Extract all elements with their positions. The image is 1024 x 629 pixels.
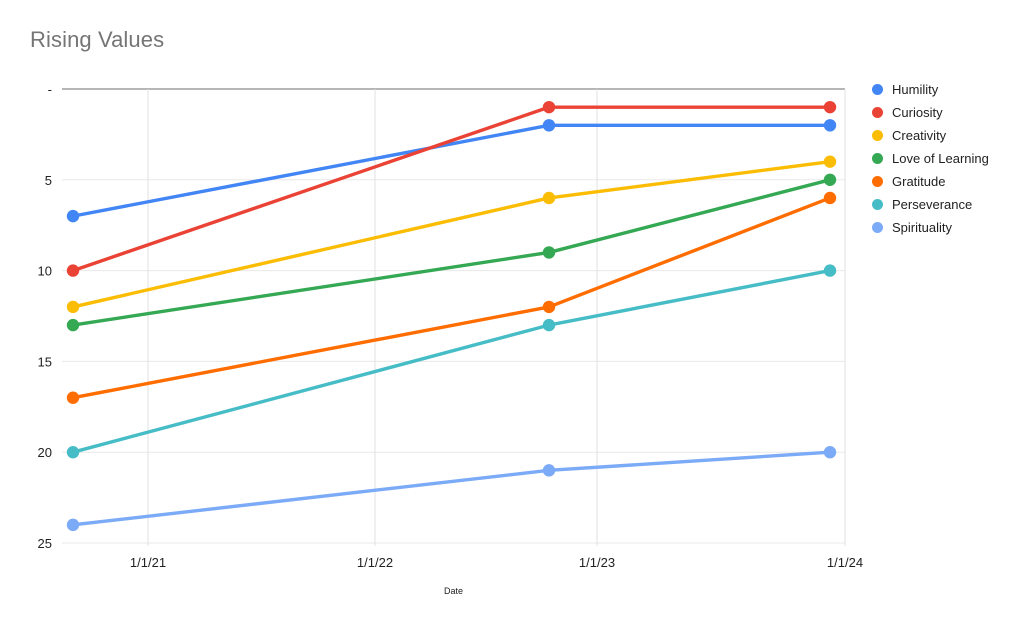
chart-legend: Humility Curiosity Creativity Love of Learn… <box>872 78 1022 239</box>
legend-item-label: Spirituality <box>892 220 952 235</box>
legend-item[interactable]: Curiosity <box>872 101 1022 124</box>
data-series <box>66 446 837 532</box>
legend-item[interactable]: Spirituality <box>872 216 1022 239</box>
data-point-marker[interactable] <box>66 209 80 223</box>
y-axis-tick-label: - <box>48 82 52 97</box>
legend-item[interactable]: Humility <box>872 78 1022 101</box>
y-axis-tick-label: 10 <box>38 264 52 279</box>
y-axis-tick-labels: - 5 10 15 20 25 <box>38 82 52 551</box>
data-point-marker[interactable] <box>823 191 837 205</box>
series-line <box>71 178 832 327</box>
chart-plot-area: - 5 10 15 20 25 1/1/21 1/1/22 1/1/23 1/1/24 Date <box>38 82 864 596</box>
legend-color-swatch-icon <box>872 107 883 118</box>
legend-item-label: Love of Learning <box>892 151 989 166</box>
chart-container: Rising Values -5 10 15 20 25 1/1/21 1/1/22 1/1… <box>0 0 1024 629</box>
data-point-marker[interactable] <box>66 446 80 459</box>
data-point-marker[interactable] <box>66 518 80 532</box>
data-point-marker[interactable] <box>66 318 80 332</box>
series-line <box>71 450 832 527</box>
y-axis-tick-label: 5 <box>45 173 52 188</box>
data-series <box>66 173 837 332</box>
legend-item-label: Humility <box>892 82 939 97</box>
data-point-marker[interactable] <box>823 155 837 168</box>
y-axis-tick-label: 25 <box>38 536 52 551</box>
x-axis-tick-labels: 1/1/21 1/1/22 1/1/23 1/1/24 <box>130 555 863 570</box>
legend-item[interactable]: Love of Learning <box>872 147 1022 170</box>
legend-color-swatch-icon <box>872 84 883 95</box>
series-line <box>71 105 832 273</box>
data-point-marker[interactable] <box>823 100 837 114</box>
data-point-marker[interactable] <box>542 300 556 314</box>
legend-color-swatch-icon <box>872 153 883 164</box>
legend-item[interactable]: Gratitude <box>872 170 1022 193</box>
legend-color-swatch-icon <box>872 176 883 187</box>
legend-item-label: Perseverance <box>892 197 973 212</box>
y-axis-tick-label: 15 <box>38 354 52 369</box>
legend-color-swatch-icon <box>872 222 883 233</box>
data-point-marker[interactable] <box>542 464 556 477</box>
data-point-marker[interactable] <box>823 173 837 186</box>
data-point-marker[interactable] <box>66 300 80 314</box>
data-series <box>66 191 837 404</box>
data-point-marker[interactable] <box>542 119 556 132</box>
data-point-marker[interactable] <box>542 191 556 205</box>
legend-item[interactable]: Perseverance <box>872 193 1022 216</box>
data-series-layer <box>66 100 837 532</box>
legend-item[interactable]: Creativity <box>872 124 1022 147</box>
x-axis-tick-label: 1/1/24 <box>827 555 863 570</box>
legend-item-label: Curiosity <box>892 105 943 120</box>
y-axis-tick-label: 20 <box>38 445 52 460</box>
data-point-marker[interactable] <box>823 119 837 132</box>
series-line <box>71 159 832 309</box>
legend-color-swatch-icon <box>872 130 883 141</box>
x-axis-title: Date <box>444 586 463 596</box>
x-axis-tick-label: 1/1/21 <box>130 555 166 570</box>
data-point-marker[interactable] <box>823 446 837 459</box>
data-point-marker[interactable] <box>542 100 556 114</box>
x-axis-tick-label: 1/1/23 <box>579 555 615 570</box>
data-point-marker[interactable] <box>542 246 556 259</box>
series-line <box>71 196 832 400</box>
data-point-marker[interactable] <box>823 264 837 277</box>
data-point-marker[interactable] <box>542 318 556 332</box>
data-point-marker[interactable] <box>66 264 80 277</box>
data-point-marker[interactable] <box>66 391 80 404</box>
legend-item-label: Gratitude <box>892 174 946 189</box>
x-axis-tick-label: 1/1/22 <box>357 555 393 570</box>
legend-item-label: Creativity <box>892 128 947 143</box>
legend-color-swatch-icon <box>872 199 883 210</box>
data-series <box>66 100 837 277</box>
grid-lines <box>62 88 846 546</box>
